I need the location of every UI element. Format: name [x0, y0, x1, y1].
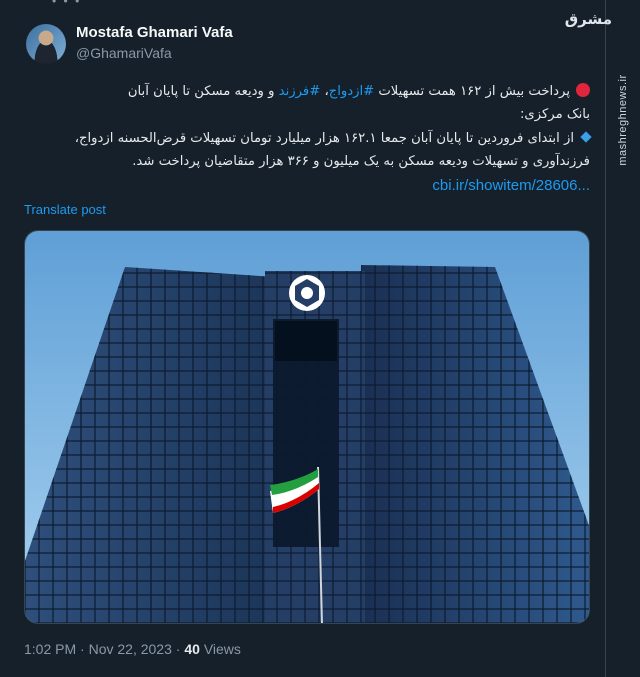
tweet-link[interactable]: cbi.ir/showitem/28606...: [432, 174, 590, 197]
blue-diamond-icon: [580, 131, 592, 143]
meta-separator-1: ·: [80, 641, 89, 657]
views-count: 40: [184, 641, 200, 657]
translate-post-link[interactable]: Translate post: [24, 202, 106, 217]
tweet-line-3: از ابتدای فروردین تا پایان آبان جمعا ۱۶۲…: [24, 127, 592, 150]
author-name[interactable]: Mostafa Ghamari Vafa: [76, 24, 233, 41]
tweet-line-5: cbi.ir/showitem/28606...: [24, 174, 590, 198]
central-bank-building-photo: [25, 231, 589, 623]
red-circle-icon: [576, 83, 590, 97]
column-divider: [605, 0, 606, 677]
views-label: Views: [203, 641, 241, 657]
tweet-meta: 1:02 PM · Nov 22, 2023 · 40 Views: [24, 641, 241, 657]
side-watermark-text: mashreghnews.ir: [617, 74, 629, 166]
hashtag-child[interactable]: #فرزند: [279, 84, 321, 99]
tweet-media-image[interactable]: [24, 230, 590, 624]
tweet-time[interactable]: 1:02 PM: [24, 641, 76, 657]
top-ellipsis: • • •: [52, 0, 82, 8]
author-handle[interactable]: @GhamariVafa: [76, 45, 172, 61]
tweet-line-2: بانک مرکزی:: [519, 107, 590, 123]
avatar[interactable]: [26, 24, 66, 64]
tweet-date[interactable]: Nov 22, 2023: [89, 641, 172, 657]
tweet-text: پرداخت بیش از ۱۶۲ همت تسهیلات #ازدواج، #…: [24, 80, 592, 198]
mashregh-logo: مشرق: [564, 10, 612, 28]
hashtag-marriage[interactable]: #ازدواج: [329, 84, 375, 99]
tweet-line-4: فرزندآوری و تسهیلات ودیعه مسکن به یک میل…: [132, 154, 590, 170]
tweet-line-1: پرداخت بیش از ۱۶۲ همت تسهیلات #ازدواج، #…: [24, 80, 590, 103]
side-watermark: mashreghnews.ir: [610, 40, 636, 200]
